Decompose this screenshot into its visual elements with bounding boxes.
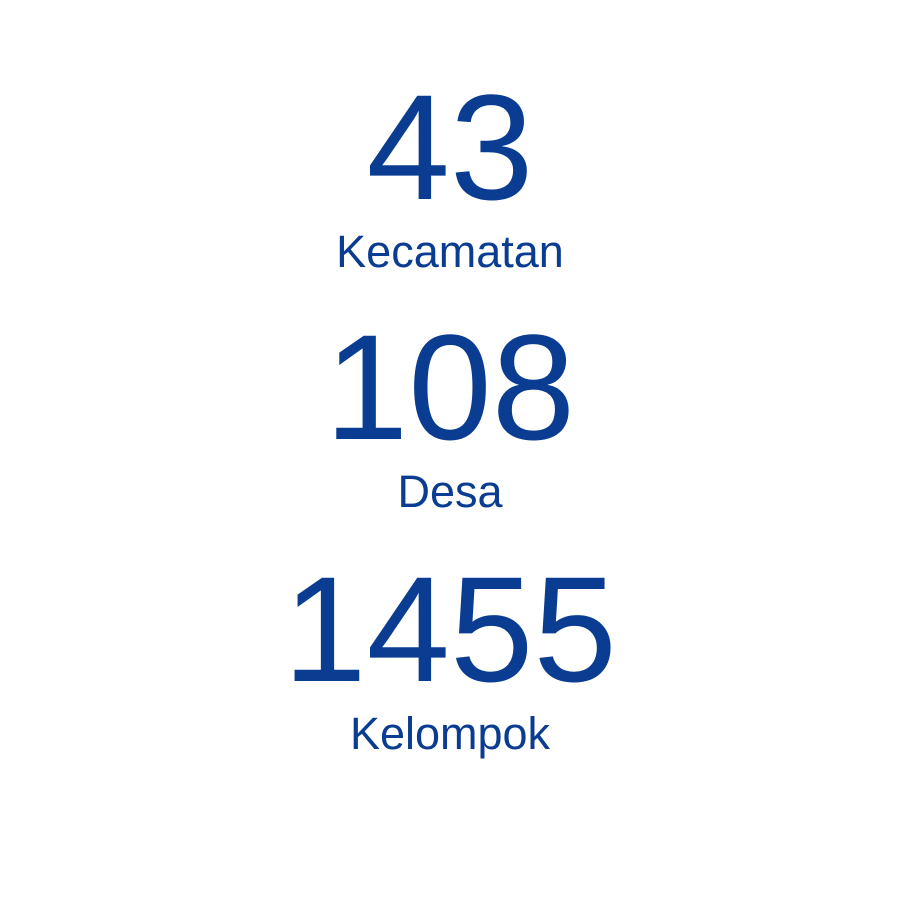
stat-value: 1455 xyxy=(283,545,617,713)
stat-label: Desa xyxy=(397,466,503,517)
stat-label: Kecamatan xyxy=(336,226,564,277)
stat-kecamatan: 43 Kecamatan xyxy=(0,63,900,278)
stat-value: 43 xyxy=(366,63,534,231)
stats-panel: 43 Kecamatan 108 Desa 1455 Kelompok xyxy=(0,0,900,900)
stat-label: Kelompok xyxy=(349,708,551,759)
stat-desa: 108 Desa xyxy=(0,303,900,518)
stat-value: 108 xyxy=(324,303,576,471)
stat-kelompok: 1455 Kelompok xyxy=(0,545,900,760)
